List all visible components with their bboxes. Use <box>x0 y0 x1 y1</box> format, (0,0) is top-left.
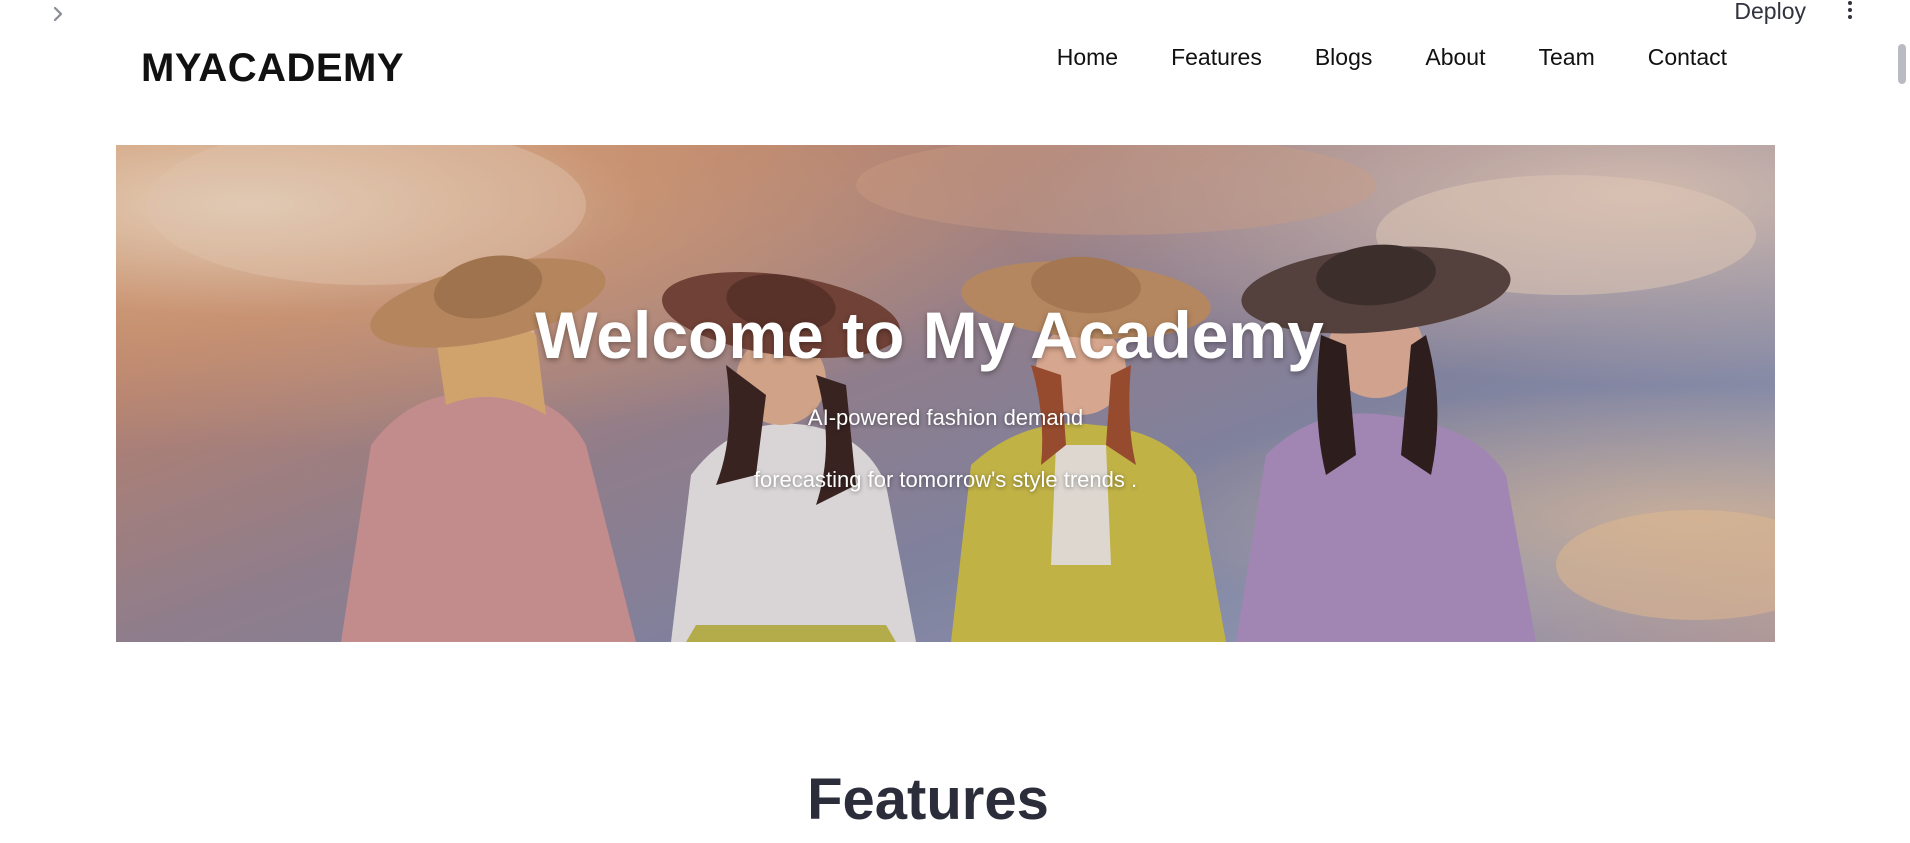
nav-link-blogs[interactable]: Blogs <box>1315 44 1373 71</box>
deploy-button[interactable]: Deploy <box>1726 0 1814 25</box>
features-heading: Features <box>807 767 1049 832</box>
sidebar-toggle-button[interactable] <box>46 4 70 28</box>
main-menu-button[interactable] <box>1838 0 1862 22</box>
hero-subtitle-line-1: AI-powered fashion demand <box>807 405 1084 430</box>
hero-subtitle-line-2: forecasting for tomorrow's style trends … <box>753 467 1138 492</box>
nav-link-features[interactable]: Features <box>1171 44 1262 71</box>
nav-link-about[interactable]: About <box>1425 44 1485 71</box>
scrollbar-thumb[interactable] <box>1898 44 1906 84</box>
nav-link-contact[interactable]: Contact <box>1648 44 1727 71</box>
nav-link-team[interactable]: Team <box>1538 44 1594 71</box>
nav-link-home[interactable]: Home <box>1057 44 1118 71</box>
kebab-menu-icon <box>1848 1 1852 5</box>
hero-overlay <box>116 145 1775 642</box>
page-scrollbar[interactable] <box>1894 0 1910 843</box>
main-nav: Home Features Blogs About Team Contact <box>1057 44 1727 71</box>
hero-title: Welcome to My Academy <box>535 298 1324 372</box>
chevron-right-icon <box>49 5 67 28</box>
brand-logo[interactable]: MYACADEMY <box>141 46 404 91</box>
hero-banner: Welcome to My Academy AI-powered fashion… <box>116 145 1775 642</box>
